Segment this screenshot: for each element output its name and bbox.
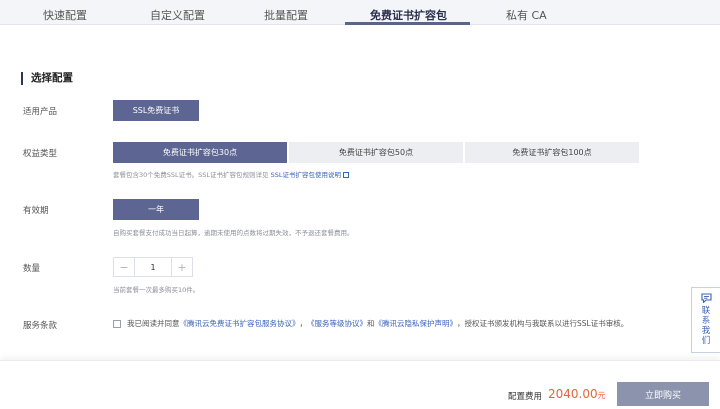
buy-now-button[interactable]: 立即购买 [617,382,709,406]
tab-free-cert-pack[interactable]: 免费证书扩容包 [370,7,447,23]
quantity-decrement-button[interactable]: − [114,258,134,276]
benefit-hint-text: 套餐包含30个免费SSL证书。SSL证书扩容包规则详见 [113,171,271,179]
fee-amount: 2040.00元 [548,387,606,401]
quantity-input[interactable]: 1 [134,258,172,276]
terms-checkbox[interactable] [113,319,121,328]
terms-sep2: 和 [367,319,375,328]
terms-sep1: ， [299,319,308,328]
quantity-hint: 当前套餐一次最多购买10件。 [113,286,200,294]
contact-us-label: 联系我们 [701,306,711,346]
benefit-hint: 套餐包含30个免费SSL证书。SSL证书扩容包规则详见 SSL证书扩容包使用说明 [113,169,349,179]
tab-private-ca[interactable]: 私有 CA [506,7,547,23]
validity-label: 有效期 [23,206,49,216]
footer-bar: 配置费用 2040.00元 立即购买 [0,360,720,409]
chat-icon [700,293,712,303]
terms-suffix: ，授权证书颁发机构与我联系以进行SSL证书审核。 [457,319,629,328]
active-tab-indicator [345,22,470,25]
product-option-ssl-free-cert[interactable]: SSL免费证书 [113,100,199,121]
fee-amount-number: 2040.00 [548,387,598,401]
terms-link-service-agreement[interactable]: 《腾讯云免费证书扩容包服务协议》 [180,318,300,329]
benefit-usage-link[interactable]: SSL证书扩容包使用说明 [271,171,341,179]
terms-agreement: 我已阅读并同意 《腾讯云免费证书扩容包服务协议》 ， 《服务等级协议》 和 《腾… [113,318,628,329]
terms-label: 服务条款 [23,321,58,331]
tab-bar: 快速配置 自定义配置 批量配置 免费证书扩容包 私有 CA [0,0,720,25]
benefit-option-30[interactable]: 免费证书扩容包30点 [113,142,287,163]
quantity-label: 数量 [23,264,41,274]
validity-hint: 自购买套餐支付成功当日起算，逾期未使用的点数将过期失效，不予退还套餐费用。 [113,229,354,237]
tab-custom-config[interactable]: 自定义配置 [150,7,205,23]
terms-link-sla[interactable]: 《服务等级协议》 [307,318,367,329]
external-link-icon[interactable] [342,172,349,178]
quantity-increment-button[interactable]: + [172,258,192,276]
terms-link-privacy[interactable]: 《腾讯云隐私保护声明》 [375,318,458,329]
benefit-type-label: 权益类型 [23,149,58,159]
terms-prefix: 我已阅读并同意 [127,319,180,328]
benefit-option-100[interactable]: 免费证书扩容包100点 [465,142,639,163]
tab-batch-config[interactable]: 批量配置 [264,7,308,23]
contact-us-float[interactable]: 联系我们 [691,287,720,353]
fee-label: 配置费用 [508,392,543,402]
benefit-option-50[interactable]: 免费证书扩容包50点 [289,142,463,163]
validity-option-one-year[interactable]: 一年 [113,199,199,220]
tab-quick-config[interactable]: 快速配置 [43,7,87,23]
quantity-stepper: − 1 + [113,257,193,277]
fee-unit: 元 [597,391,606,400]
product-label: 适用产品 [23,107,58,117]
section-title: 选择配置 [21,72,73,85]
